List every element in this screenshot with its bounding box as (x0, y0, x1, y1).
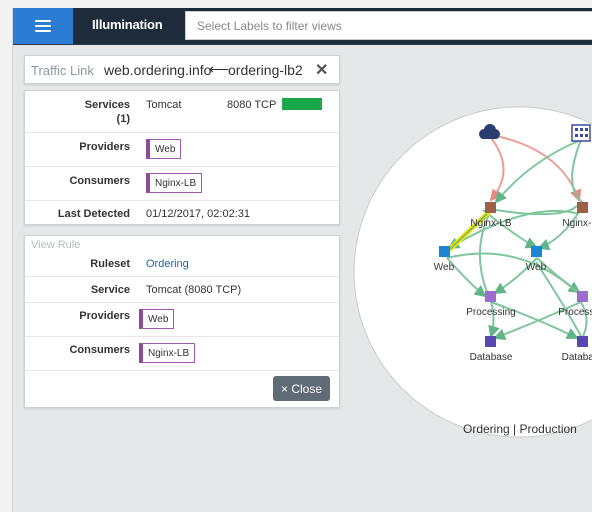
divider (25, 132, 339, 133)
group-caption: Ordering | Production (463, 422, 577, 436)
label-filter-input[interactable]: Select Labels to filter views (185, 11, 592, 40)
service-port: 8080 TCP (227, 99, 277, 111)
graph-node[interactable] (577, 336, 588, 347)
node-label: Nginx-LB (562, 218, 592, 229)
datacenter-icon[interactable] (571, 124, 591, 142)
node-label: Processing (466, 307, 515, 318)
view-rule-title: View Rule (31, 239, 81, 251)
ruleset-label: Ruleset (90, 258, 130, 270)
providers-label: Providers (79, 141, 130, 153)
last-detected-label: Last Detected (57, 208, 130, 220)
traffic-link-label: Traffic Link (31, 63, 94, 78)
graph-node[interactable] (485, 202, 496, 213)
menu-icon (35, 17, 51, 35)
traffic-details-panel: Services (1) Tomcat 8080 TCP Providers W… (24, 90, 340, 225)
services-label: Services (84, 99, 130, 111)
services-count: (1) (116, 113, 130, 125)
traffic-link-source: web.ordering.info (104, 62, 212, 78)
graph-node[interactable] (485, 291, 496, 302)
graph-node[interactable] (439, 246, 450, 257)
graph-node[interactable] (577, 291, 588, 302)
ruleset-link[interactable]: Ordering (146, 258, 189, 270)
last-detected-value: 01/12/2017, 02:02:31 (146, 208, 250, 220)
divider (25, 276, 339, 277)
divider (25, 166, 339, 167)
left-arrow-icon: ⟵ (209, 61, 230, 77)
rule-consumers-tag[interactable]: Nginx-LB (139, 343, 196, 363)
top-bar: Illumination Select Labels to filter vie… (13, 8, 592, 45)
node-label: Nginx-LB (470, 218, 511, 229)
node-label: Web (434, 262, 455, 273)
divider (25, 336, 339, 337)
group-circle[interactable] (353, 106, 592, 438)
consumers-tag[interactable]: Nginx-LB (146, 173, 203, 193)
node-label: Database (470, 352, 513, 363)
node-label: Database (562, 352, 592, 363)
service-value: Tomcat (8080 TCP) (146, 284, 242, 296)
traffic-link-target: ordering-lb2 (228, 62, 303, 78)
node-label: Web (526, 262, 547, 273)
close-icon[interactable]: ✕ (315, 60, 328, 80)
rule-providers-tag[interactable]: Web (139, 309, 175, 329)
rule-providers-label: Providers (79, 310, 130, 322)
app-frame: Illumination Select Labels to filter vie… (12, 8, 592, 512)
consumers-label: Consumers (69, 175, 130, 187)
rule-consumers-label: Consumers (69, 344, 130, 356)
divider (25, 302, 339, 303)
service-label: Service (90, 284, 130, 296)
providers-tag[interactable]: Web (146, 139, 182, 159)
app-title: Illumination (92, 17, 163, 32)
node-label: Processing (558, 307, 592, 318)
hamburger-menu-button[interactable] (13, 8, 73, 44)
graph-node[interactable] (531, 246, 542, 257)
graph-node[interactable] (485, 336, 496, 347)
graph-node[interactable] (577, 202, 588, 213)
close-button[interactable]: × Close (273, 376, 330, 401)
traffic-link-header: Traffic Link web.ordering.info ⟵ orderin… (24, 55, 340, 84)
divider (25, 200, 339, 201)
divider (25, 370, 339, 371)
service-name: Tomcat (146, 99, 182, 111)
status-bar (282, 98, 322, 110)
view-rule-panel: View Rule Ruleset Ordering Service Tomca… (24, 235, 340, 408)
